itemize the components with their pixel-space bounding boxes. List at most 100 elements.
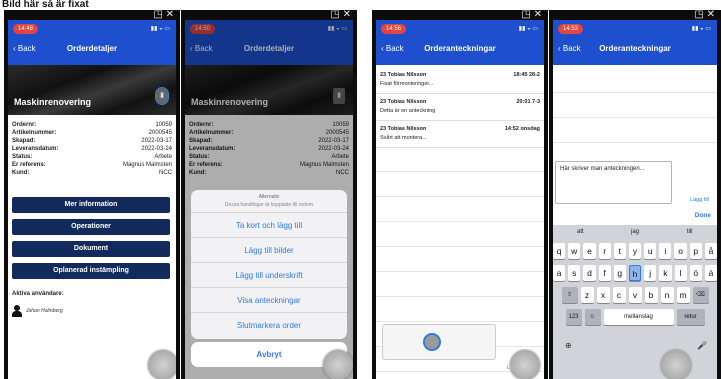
- note-date: 20:01 7-3: [516, 99, 540, 105]
- info-value: 2000545: [148, 130, 172, 136]
- info-label: Ordernr:: [12, 122, 37, 128]
- banner-title: Maskinrenovering: [14, 97, 92, 107]
- key-i[interactable]: i: [659, 243, 672, 259]
- microphone-icon[interactable]: 🎤: [697, 341, 707, 350]
- keyboard-row-3: ⇧ zxcvbnm ⌫: [553, 287, 717, 303]
- done-button[interactable]: Done: [695, 212, 711, 219]
- key-d[interactable]: d: [583, 265, 596, 281]
- info-row: Skapad: 2022-03-17: [12, 137, 172, 145]
- screen: 14:48 ▮▮ ◒ ▭ ‹ Back Orderdetaljer Maskin…: [8, 20, 176, 379]
- status-time: 14:56: [381, 24, 407, 34]
- keyboard-row-4: 123 ☺ mellanslag retur: [553, 309, 717, 325]
- action-finish-order[interactable]: Slutmarkera order: [191, 313, 347, 338]
- key-ö[interactable]: ö: [689, 265, 702, 281]
- assistive-touch[interactable]: [423, 333, 441, 351]
- suggestion[interactable]: till: [662, 225, 717, 239]
- window-controls[interactable]: ◳ ✕: [153, 10, 174, 20]
- key-y[interactable]: y: [628, 243, 642, 259]
- info-row: Status: Arbete: [12, 153, 172, 161]
- key-a[interactable]: a: [553, 265, 566, 281]
- home-button[interactable]: [510, 350, 540, 379]
- space-key[interactable]: mellanslag: [603, 309, 674, 325]
- phone-actions-sheet: ◳ ✕ 14:50 ▮▮ ◒ ▭ ‹ Back Orderdetaljer Ma…: [181, 10, 357, 379]
- home-button[interactable]: [661, 350, 691, 379]
- suggestion[interactable]: jag: [608, 225, 663, 239]
- action-add-signature[interactable]: Lägg till underskrift: [191, 263, 347, 288]
- key-u[interactable]: u: [644, 243, 657, 259]
- key-x[interactable]: x: [596, 287, 610, 303]
- suggestion[interactable]: att: [553, 225, 608, 239]
- operations-button[interactable]: Operationer: [12, 219, 170, 235]
- info-label: Kund:: [12, 170, 30, 176]
- info-label: Er referens:: [12, 162, 46, 168]
- key-q[interactable]: q: [553, 243, 566, 259]
- note-item[interactable]: 23 Tobias Nilsson 14:52 onsdag Svårt att…: [376, 122, 544, 148]
- key-r[interactable]: r: [598, 243, 611, 259]
- action-add-images[interactable]: Lägg till bilder: [191, 238, 347, 263]
- add-note-button[interactable]: Lägg till: [690, 197, 709, 203]
- key-v[interactable]: v: [628, 287, 642, 303]
- backspace-key[interactable]: ⌫: [692, 287, 709, 303]
- key-k[interactable]: k: [659, 265, 672, 281]
- key-å[interactable]: å: [704, 243, 717, 259]
- key-s[interactable]: s: [568, 265, 581, 281]
- page-title: Orderanteckningar: [599, 44, 671, 53]
- notes-background: [553, 68, 717, 144]
- note-text: Fixat förmonteringer...: [380, 81, 434, 87]
- home-button[interactable]: [323, 350, 353, 379]
- key-p[interactable]: p: [689, 243, 702, 259]
- note-text: Detta är en anteckning: [380, 108, 436, 114]
- key-b[interactable]: b: [644, 287, 658, 303]
- sheet-title: Alternativ: [258, 194, 280, 200]
- info-label: Skapad:: [12, 138, 36, 144]
- numbers-key[interactable]: 123: [565, 309, 582, 325]
- window-controls[interactable]: ◳ ✕: [521, 10, 542, 20]
- info-value: Magnus Malmsten: [122, 162, 172, 168]
- order-info: Ordernr: 10059 Artikelnummer: 2000545 Skapad…: [12, 121, 172, 177]
- key-z[interactable]: z: [580, 287, 594, 303]
- window-controls[interactable]: ◳ ✕: [330, 10, 351, 20]
- phone-write-note: ◳ ✕ 14:53 ▮▮ ◒ ▭ ‹ Back Orderanteckninga…: [549, 10, 721, 379]
- return-key[interactable]: retur: [676, 309, 705, 325]
- page-title: Orderdetaljer: [66, 44, 118, 53]
- info-value: 2022-03-24: [141, 146, 172, 152]
- keyboard-row-2: asdfghjklöä: [553, 265, 717, 281]
- more-info-button[interactable]: Mer information: [12, 197, 170, 213]
- key-ä[interactable]: ä: [704, 265, 717, 281]
- window-controls[interactable]: ◳ ✕: [694, 10, 715, 20]
- note-text: Svårt att montera...: [380, 135, 427, 141]
- screen: 14:50 ▮▮ ◒ ▭ ‹ Back Orderdetaljer Maskin…: [185, 20, 353, 379]
- globe-icon[interactable]: ⊕: [565, 341, 572, 350]
- key-f[interactable]: f: [598, 265, 611, 281]
- key-h[interactable]: h: [628, 265, 642, 281]
- key-c[interactable]: c: [612, 287, 626, 303]
- home-button[interactable]: [148, 350, 176, 379]
- note-item[interactable]: 23 Tobias Nilsson 20:01 7-3 Detta är en …: [376, 95, 544, 121]
- key-l[interactable]: l: [674, 265, 687, 281]
- documents-button[interactable]: Dokument: [12, 241, 170, 257]
- info-row: Artikelnummer: 2000545: [12, 129, 172, 137]
- caption: Bild här så är fixat: [2, 0, 89, 10]
- action-show-notes[interactable]: Visa anteckningar: [191, 288, 347, 313]
- key-t[interactable]: t: [613, 243, 626, 259]
- nav-bar: 14:56 ▮▮ ◒ ▭ ‹ Back Orderanteckningar: [376, 20, 544, 65]
- action-take-photo[interactable]: Ta kort och lägg till: [191, 213, 347, 238]
- info-row: Ordernr: 10059: [12, 121, 172, 129]
- key-w[interactable]: w: [568, 243, 581, 259]
- key-n[interactable]: n: [660, 287, 674, 303]
- key-m[interactable]: m: [676, 287, 690, 303]
- menu-icon[interactable]: ▮: [155, 87, 169, 105]
- note-input[interactable]: Här skriver man anteckningen...: [555, 161, 672, 204]
- shift-key[interactable]: ⇧: [561, 287, 578, 303]
- note-item[interactable]: 23 Tobias Nilsson 18:45 28-2 Fixat förmo…: [376, 68, 544, 94]
- key-j[interactable]: j: [644, 265, 657, 281]
- key-o[interactable]: o: [674, 243, 687, 259]
- sheet-subtitle: Dessa handlingar är kopplade till ordern: [191, 202, 347, 213]
- info-value: NCC: [159, 170, 172, 176]
- emoji-key[interactable]: ☺: [584, 309, 601, 325]
- info-label: Status:: [12, 154, 33, 160]
- key-e[interactable]: e: [583, 243, 596, 259]
- banner: Maskinrenovering ▮: [8, 65, 176, 115]
- unplanned-stamp-button[interactable]: Oplanerad instämpling: [12, 263, 170, 279]
- key-g[interactable]: g: [613, 265, 626, 281]
